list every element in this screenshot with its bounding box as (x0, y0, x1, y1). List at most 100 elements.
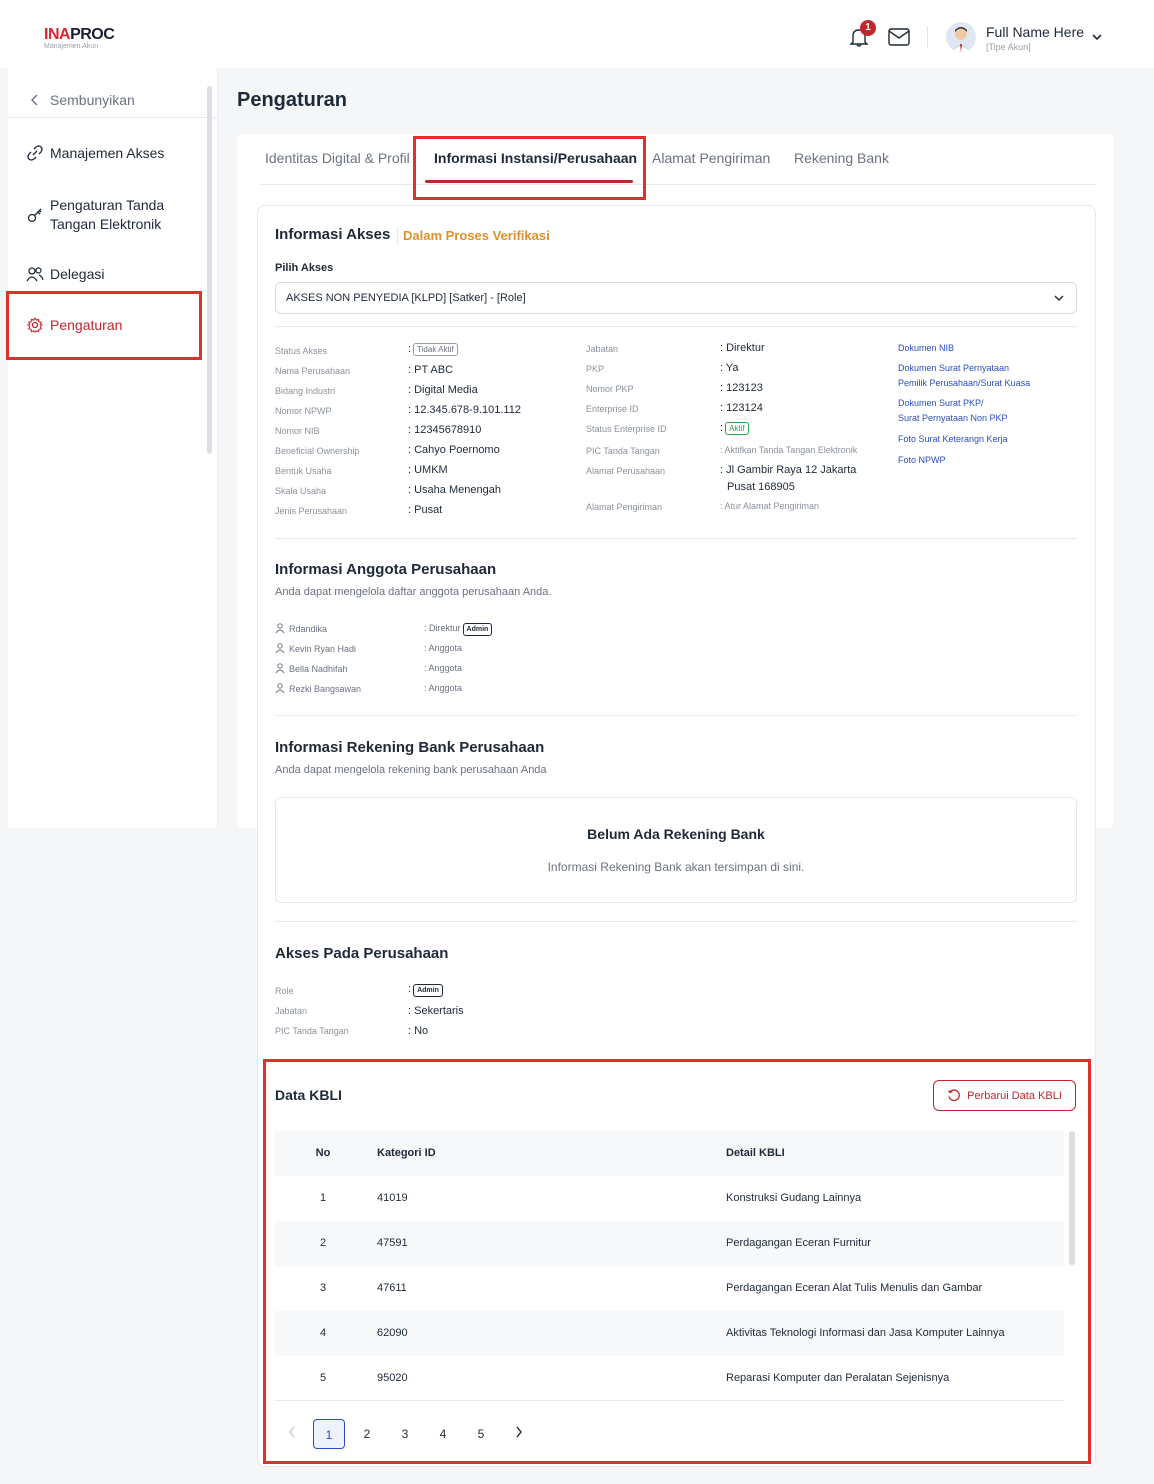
user-name[interactable]: Full Name Here (986, 24, 1084, 40)
user-icon (275, 663, 285, 674)
field-label: Beneficial Ownership (275, 446, 360, 456)
member-row: Bella Nadhifah (275, 663, 348, 674)
doc-link-surat-kerja[interactable]: Foto Surat Keterangn Kerja (898, 434, 1068, 445)
field-label: Role (275, 986, 294, 996)
divider (275, 715, 1077, 716)
section-title-akses: Informasi Akses (275, 226, 391, 243)
field-label: PIC Tanda Tangan (586, 446, 660, 456)
member-role: : Direktur Admin (424, 623, 493, 636)
section-subtitle: Anda dapat mengelola daftar anggota peru… (275, 586, 552, 598)
doc-link-pkp[interactable]: Dokumen Surat PKP/ (898, 398, 1068, 409)
tab-identitas[interactable]: Identitas Digital & Profil (265, 150, 410, 166)
divider (275, 921, 1077, 922)
top-bar: INAPROC Manajemen Akun 1 Full Name Here … (0, 0, 1154, 68)
divider (275, 326, 1077, 327)
logo-suffix: PROC (70, 26, 115, 43)
field-value: : 123124 (720, 402, 763, 414)
field-label: Alamat Perusahaan (586, 466, 666, 476)
key-icon (26, 206, 44, 224)
field-value: : UMKM (408, 464, 448, 476)
empty-state: Belum Ada Rekening Bank Informasi Rekeni… (275, 797, 1077, 903)
sidebar: Sembunyikan Manajemen Akses Pengaturan T… (8, 68, 218, 828)
notification-badge: 1 (860, 20, 876, 36)
doc-link-nib[interactable]: Dokumen NIB (898, 343, 1068, 354)
member-role: : Anggota (424, 643, 463, 653)
sidebar-item-manajemen-akses[interactable]: Manajemen Akses (8, 144, 208, 162)
field-value: : Tidak Aktif (408, 343, 458, 356)
chevron-down-icon[interactable] (1092, 33, 1102, 41)
field-value: : Sekertaris (408, 1005, 464, 1017)
tab-alamat-pengiriman[interactable]: Alamat Pengiriman (652, 150, 770, 166)
member-role: : Anggota (424, 683, 463, 693)
tab-divider (260, 184, 1096, 185)
member-row: Rezki Bangsawan (275, 683, 361, 694)
sidebar-item-label: Manajemen Akses (50, 145, 165, 161)
field-value: : Admin (408, 983, 443, 997)
admin-badge: Admin (462, 623, 493, 636)
field-label: Status Akses (275, 346, 328, 356)
field-label: PIC Tanda Tangan (275, 1026, 349, 1036)
field-label: Enterprise ID (586, 404, 639, 414)
sidebar-item-label: Tangan Elektronik (50, 216, 162, 232)
highlight-box (6, 291, 202, 360)
sidebar-item-delegasi[interactable]: Delegasi (8, 265, 208, 283)
verification-status: Dalam Proses Verifikasi (403, 228, 550, 243)
section-title-anggota: Informasi Anggota Perusahaan (275, 561, 497, 578)
tab-rekening-bank[interactable]: Rekening Bank (794, 150, 889, 166)
activate-signature-link[interactable]: : Aktifkan Tanda Tangan Elektronik (720, 445, 857, 455)
sidebar-hide-toggle[interactable]: Sembunyikan (8, 86, 218, 118)
field-label: Alamat Pengiriman (586, 502, 663, 512)
member-row: Kevin Ryan Hadi (275, 643, 356, 654)
user-icon (275, 683, 285, 694)
sidebar-item-tanda-tangan[interactable]: Pengaturan Tanda Tangan Elektronik (8, 196, 208, 234)
field-value: : Direktur (720, 342, 765, 354)
logo[interactable]: INAPROC Manajemen Akun (44, 26, 115, 50)
doc-link-non-pkp[interactable]: Surat Pernyataan Non PKP (898, 413, 1068, 424)
highlight-box (413, 136, 646, 200)
avatar[interactable] (946, 22, 976, 52)
field-value: : Jl Gambir Raya 12 Jakarta (720, 464, 857, 476)
user-icon (275, 643, 285, 654)
akses-select[interactable]: AKSES NON PENYEDIA [KLPD] [Satker] - [Ro… (275, 282, 1077, 314)
section-title-akses-perusahaan: Akses Pada Perusahaan (275, 945, 449, 962)
field-value: : No (408, 1025, 429, 1037)
field-value: : Ya (720, 362, 739, 374)
highlight-box (263, 1059, 1091, 1464)
field-value: : 12345678910 (408, 424, 482, 436)
divider (275, 538, 1077, 539)
mail-icon[interactable] (888, 28, 910, 46)
field-label: Jabatan (275, 1006, 308, 1016)
divider (927, 26, 928, 48)
doc-link-surat-pernyataan[interactable]: Dokumen Surat Pernyataan (898, 363, 1068, 374)
user-role: [Tipe Akun] (986, 42, 1031, 52)
field-value: Pusat 168905 (727, 481, 795, 493)
sidebar-item-label: Pengaturan Tanda (50, 197, 165, 213)
field-label: Jabatan (586, 344, 619, 354)
divider (397, 226, 398, 246)
chevron-left-icon (26, 91, 44, 109)
sidebar-hide-label: Sembunyikan (50, 91, 135, 108)
field-label: Nomor NIB (275, 426, 320, 436)
field-label: Nama Perusahaan (275, 366, 351, 376)
field-value: : PT ABC (408, 364, 454, 376)
field-label: Jenis Perusahaan (275, 506, 348, 516)
section-title-rekening: Informasi Rekening Bank Perusahaan (275, 739, 545, 756)
status-badge: Aktif (725, 422, 749, 435)
field-label: Skala Usaha (275, 486, 327, 496)
field-value: : 12.345.678-9.101.112 (408, 404, 521, 416)
empty-state-title: Belum Ada Rekening Bank (587, 826, 765, 842)
pilih-akses-label: Pilih Akses (275, 262, 334, 274)
status-badge: Tidak Aktif (413, 343, 458, 356)
sidebar-scrollbar[interactable] (207, 86, 212, 454)
field-label: Nomor NPWP (275, 406, 332, 416)
field-label: PKP (586, 364, 605, 374)
sidebar-item-label: Delegasi (50, 266, 105, 282)
doc-link-surat-kuasa[interactable]: Pemilik Perusahaan/Surat Kuasa (898, 378, 1068, 389)
set-address-link[interactable]: : Atur Alamat Pengiriman (720, 501, 819, 511)
doc-link-npwp[interactable]: Foto NPWP (898, 455, 1068, 466)
page-title: Pengaturan (237, 89, 348, 111)
field-value: : Pusat (408, 504, 443, 516)
section-subtitle: Anda dapat mengelola rekening bank perus… (275, 764, 547, 776)
field-value: : Usaha Menengah (408, 484, 501, 496)
field-value: : Cahyo Poernomo (408, 444, 500, 456)
